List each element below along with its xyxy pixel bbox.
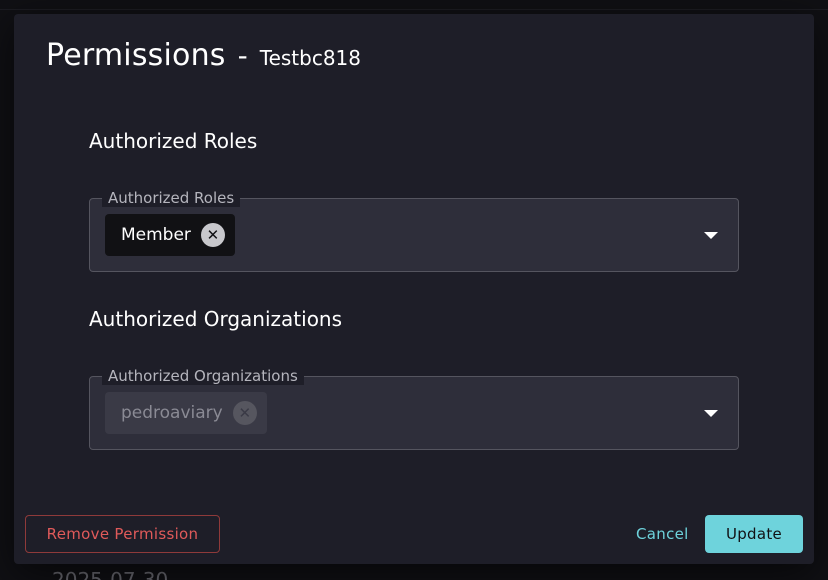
chip-remove-icon[interactable]: ✕: [200, 223, 225, 247]
backdrop-divider: [0, 9, 828, 10]
chip-label: pedroaviary: [121, 403, 223, 423]
remove-permission-button[interactable]: Remove Permission: [25, 515, 220, 553]
organizations-field-label: Authorized Organizations: [102, 367, 304, 385]
backdrop-date-text: 2025-07-30: [52, 568, 169, 580]
dialog-title-separator: -: [237, 39, 248, 72]
permissions-dialog: Permissions - Testbc818 Authorized Roles…: [14, 14, 814, 564]
update-button[interactable]: Update: [705, 515, 803, 553]
chip-label: Member: [121, 225, 191, 245]
dialog-title-main: Permissions: [46, 38, 226, 73]
caret-down-icon[interactable]: [704, 410, 718, 417]
roles-field-label: Authorized Roles: [102, 189, 241, 207]
chip-remove-icon[interactable]: ✕: [232, 401, 257, 425]
organizations-select[interactable]: Authorized Organizations pedroaviary ✕: [89, 367, 739, 450]
caret-down-icon[interactable]: [704, 232, 718, 239]
roles-select[interactable]: Authorized Roles Member ✕: [89, 189, 739, 272]
cancel-button[interactable]: Cancel: [626, 515, 699, 553]
role-chip-member: Member ✕: [105, 214, 235, 256]
dialog-title: Permissions - Testbc818: [46, 38, 361, 73]
organization-chip-pedroaviary: pedroaviary ✕: [105, 392, 267, 434]
dialog-title-subtitle: Testbc818: [259, 46, 361, 70]
roles-heading: Authorized Roles: [89, 129, 258, 153]
organizations-heading: Authorized Organizations: [89, 307, 343, 331]
